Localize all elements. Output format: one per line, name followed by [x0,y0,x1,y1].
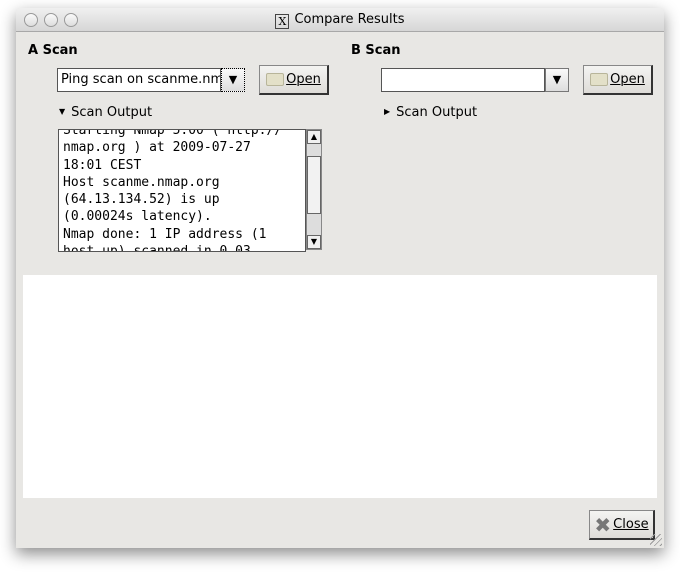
b-scan-dropdown-button[interactable]: ▼ [545,68,569,92]
close-window-button[interactable] [24,13,38,27]
scan-output-scrollbar[interactable]: ▲ ▼ [306,129,322,250]
a-scan-label: A Scan [28,43,78,58]
close-label: Close [613,517,649,532]
scan-output-content: Starting Nmap 5.00 ( http:// nmap.org ) … [63,129,283,252]
close-icon: ✖ [594,512,612,537]
scrollbar-thumb[interactable] [307,156,321,214]
comparison-result-panel [23,275,657,498]
a-scan-dropdown-button[interactable]: ▼ [221,68,245,92]
folder-icon [590,73,609,86]
b-scan-output-expander[interactable]: ▶ Scan Output [384,105,477,120]
a-scan-combo-input[interactable]: Ping scan on scanme.nmap.org [57,68,221,92]
a-scan-output-expander[interactable]: ▼ Scan Output [59,105,152,120]
title-bar[interactable]: X Compare Results [16,8,664,32]
b-scan-combo-input[interactable] [381,68,545,92]
triangle-down-icon: ▼ [59,107,66,116]
scroll-up-button[interactable]: ▲ [307,130,321,144]
window-title: Compare Results [294,12,405,27]
minimize-window-button[interactable] [44,13,58,27]
compare-results-window: X Compare Results A Scan Ping scan on sca… [16,8,664,548]
x11-icon: X [275,14,290,29]
expander-label: Scan Output [71,105,153,120]
b-scan-label: B Scan [351,43,401,58]
resize-grip[interactable] [650,534,662,546]
open-label: Open [286,72,321,87]
chevron-down-icon: ▼ [552,73,562,86]
triangle-right-icon: ▶ [384,107,391,116]
a-scan-open-button[interactable]: Open [259,65,329,95]
scroll-down-button[interactable]: ▼ [307,235,321,249]
folder-icon [266,73,285,86]
open-label: Open [610,72,645,87]
close-button[interactable]: ✖ Close [589,510,655,540]
zoom-window-button[interactable] [64,13,78,27]
chevron-down-icon: ▼ [228,73,238,86]
b-scan-open-button[interactable]: Open [583,65,653,95]
a-scan-output-text[interactable]: Starting Nmap 5.00 ( http:// nmap.org ) … [58,129,306,252]
expander-label: Scan Output [396,105,478,120]
